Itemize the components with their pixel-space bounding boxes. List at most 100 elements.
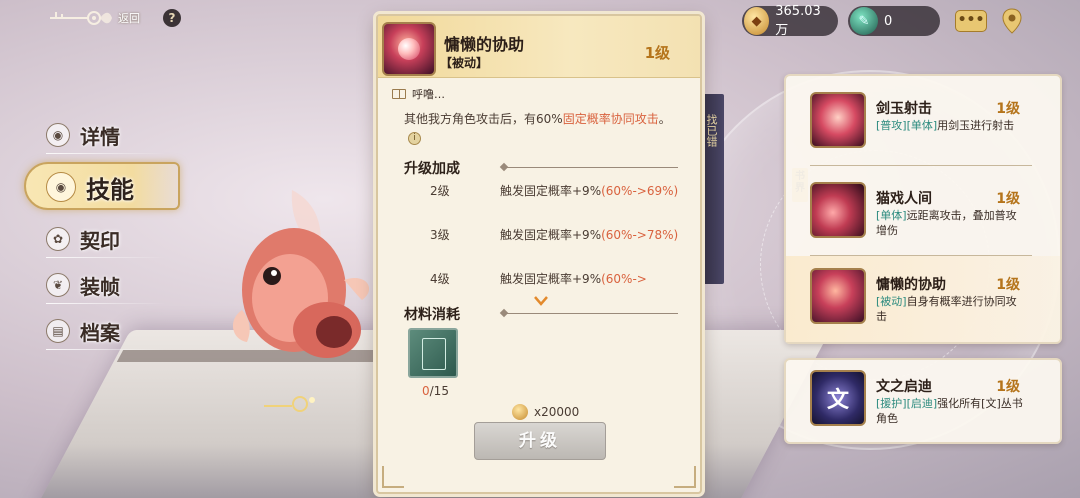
- gold-coin-icon: [512, 404, 528, 420]
- skill-tags: [援护][启迪]: [876, 397, 938, 410]
- archive-icon: ▤: [46, 319, 70, 343]
- nav-item-details[interactable]: ◉ 详情: [24, 112, 184, 158]
- upgrade-text: 触发固定概率+9%(60%->78%): [500, 226, 680, 244]
- nav-label: 详情: [80, 124, 120, 149]
- lazy-assist-icon: [382, 22, 436, 76]
- chat-bubble-icon: •••: [957, 12, 985, 28]
- gold-coin-icon: ◆: [744, 7, 770, 35]
- nav-item-seal[interactable]: ✿ 契印: [24, 216, 184, 262]
- skill-name: 慵懒的协助: [876, 277, 946, 293]
- desc-suffix: 。: [658, 112, 671, 126]
- help-button[interactable]: ?: [163, 9, 181, 27]
- nav-label: 技能: [86, 175, 134, 204]
- skill-tags: [普攻][单体]: [876, 119, 938, 132]
- upgrade-button[interactable]: 升级: [474, 422, 606, 460]
- skill-level: 1级: [644, 44, 670, 62]
- goldfish-character: [232, 190, 370, 358]
- nav-label: 档案: [80, 320, 120, 345]
- skill-level: 1级: [996, 379, 1020, 395]
- upgrade-row: 2级 触发固定概率+9%(60%->69%): [430, 182, 690, 200]
- left-nav: ◉ 详情 ◉ 技能 ✿ 契印 ❦ 装帧 ▤ 档案: [24, 112, 184, 354]
- skill-item-kendama-shot[interactable]: 剑玉射击 1级 [普攻][单体]用剑玉进行射击: [786, 80, 1060, 166]
- corner-ornament: [674, 466, 696, 488]
- info-icon[interactable]: i: [408, 132, 421, 145]
- skill-item-lazy-assist[interactable]: 慵懒的协助 1级 [被动]自身有概率进行协同攻击: [786, 256, 1060, 342]
- jade-currency[interactable]: ✎ 0: [848, 6, 940, 36]
- upgrade-effect: 触发固定概率+9%: [500, 184, 602, 198]
- skill-description: 其他我方角色攻击后，有60%固定概率协同攻击。 i: [404, 110, 680, 148]
- kendama-icon: [810, 92, 866, 148]
- skill-level: 1级: [996, 191, 1020, 207]
- key-back-icon: [50, 11, 112, 25]
- skill-name: 文之启迪: [876, 379, 932, 395]
- seal-icon: ✿: [46, 227, 70, 251]
- skill-level: 1级: [996, 277, 1020, 293]
- skill-list-card: 剑玉射击 1级 [普攻][单体]用剑玉进行射击 猫戏人间 1级 [单体]远距离攻…: [784, 74, 1062, 344]
- upgrade-row: 4级 触发固定概率+9%(60%->: [430, 270, 690, 288]
- eye-icon: ◉: [46, 123, 70, 147]
- support-skill-card: 文 文之启迪 1级 [援护][启迪]强化所有[文]丛书角色: [784, 358, 1062, 444]
- skill-type: 【被动】: [440, 56, 489, 70]
- skill-detail-panel: 慵懒的协助 【被动】 1级 呼噜… 其他我方角色攻击后，有60%固定概率协同攻击…: [376, 14, 702, 494]
- skill-tags: [被动]: [876, 295, 907, 308]
- material-item-icon[interactable]: [408, 328, 458, 378]
- material-cost-title: 材料消耗: [404, 307, 460, 323]
- desc-prefix: 其他我方角色攻击后，有60%: [404, 112, 563, 126]
- skill-tags: [单体]: [876, 209, 907, 222]
- upgrade-change: (60%->78%): [601, 228, 679, 242]
- nav-divider: [46, 303, 166, 304]
- upgrade-row: 3级 触发固定概率+9%(60%->78%): [430, 226, 690, 244]
- location-pin-icon[interactable]: [1002, 8, 1022, 34]
- corner-ornament: [382, 466, 404, 488]
- upgrade-level: 4级: [430, 272, 450, 286]
- skill-item-cat-play[interactable]: 猫戏人间 1级 [单体]远距离攻击，叠加普攻增伤: [786, 170, 1060, 256]
- back-button[interactable]: 返回: [48, 6, 140, 30]
- material-need: /15: [429, 384, 449, 398]
- cost-amount: x20000: [534, 405, 580, 419]
- upgrade-text: 触发固定概率+9%(60%->69%): [500, 182, 680, 200]
- upgrade-change: (60%->69%): [601, 184, 679, 198]
- lazy-assist-icon: [810, 268, 866, 324]
- material-have: 0: [422, 384, 430, 398]
- eye-icon: ◉: [46, 172, 76, 202]
- skill-desc: [援护][启迪]强化所有[文]丛书角色: [876, 396, 1026, 426]
- gold-amount: 365.03万: [775, 4, 821, 38]
- nav-item-archive[interactable]: ▤ 档案: [24, 308, 184, 354]
- upgrade-level: 3级: [430, 228, 450, 242]
- gold-currency[interactable]: ◆ 365.03万: [742, 4, 838, 38]
- book-icon: [392, 89, 406, 99]
- jade-amount: 0: [884, 13, 893, 29]
- upgrade-effect: 触发固定概率+9%: [500, 228, 602, 242]
- upgrade-text: 触发固定概率+9%(60%->: [500, 270, 680, 288]
- skill-name: 猫戏人间: [876, 191, 932, 207]
- skill-quote: 呼噜…: [392, 86, 445, 102]
- cat-play-icon: [810, 182, 866, 238]
- upgrade-bonus-title: 升级加成: [404, 161, 460, 177]
- skill-divider: [810, 165, 1032, 166]
- chevron-down-icon[interactable]: [534, 296, 548, 306]
- quote-text: 呼噜…: [412, 88, 445, 101]
- section-divider: [504, 313, 678, 314]
- chat-button[interactable]: •••: [955, 10, 987, 32]
- skill-item-wen-inspire[interactable]: 文 文之启迪 1级 [援护][启迪]强化所有[文]丛书角色: [786, 358, 1060, 444]
- desc-highlight[interactable]: 固定概率协同攻击: [563, 112, 659, 126]
- material-count: 0/15: [422, 384, 449, 398]
- book-spine-text: 找已错: [705, 114, 718, 147]
- skill-desc-text: 用剑玉进行射击: [937, 119, 1015, 132]
- upgrade-change: (60%->: [601, 272, 647, 286]
- golden-key-decoration: [264, 396, 315, 412]
- upgrade-cost: x20000: [512, 404, 579, 420]
- skill-title: 慵懒的协助: [444, 35, 525, 54]
- nav-item-skills[interactable]: ◉ 技能: [24, 162, 184, 212]
- nav-divider: [46, 153, 166, 154]
- nav-label: 装帧: [80, 274, 120, 299]
- skill-detail-header: 慵懒的协助 【被动】 1级: [378, 16, 700, 78]
- skill-level: 1级: [996, 101, 1020, 117]
- upgrade-effect: 触发固定概率+9%: [500, 272, 602, 286]
- section-divider: [504, 167, 678, 168]
- nav-divider: [46, 257, 166, 258]
- skill-desc: [单体]远距离攻击，叠加普攻增伤: [876, 208, 1026, 238]
- nav-item-binding[interactable]: ❦ 装帧: [24, 262, 184, 308]
- back-label: 返回: [118, 12, 140, 25]
- skill-name: 剑玉射击: [876, 101, 932, 117]
